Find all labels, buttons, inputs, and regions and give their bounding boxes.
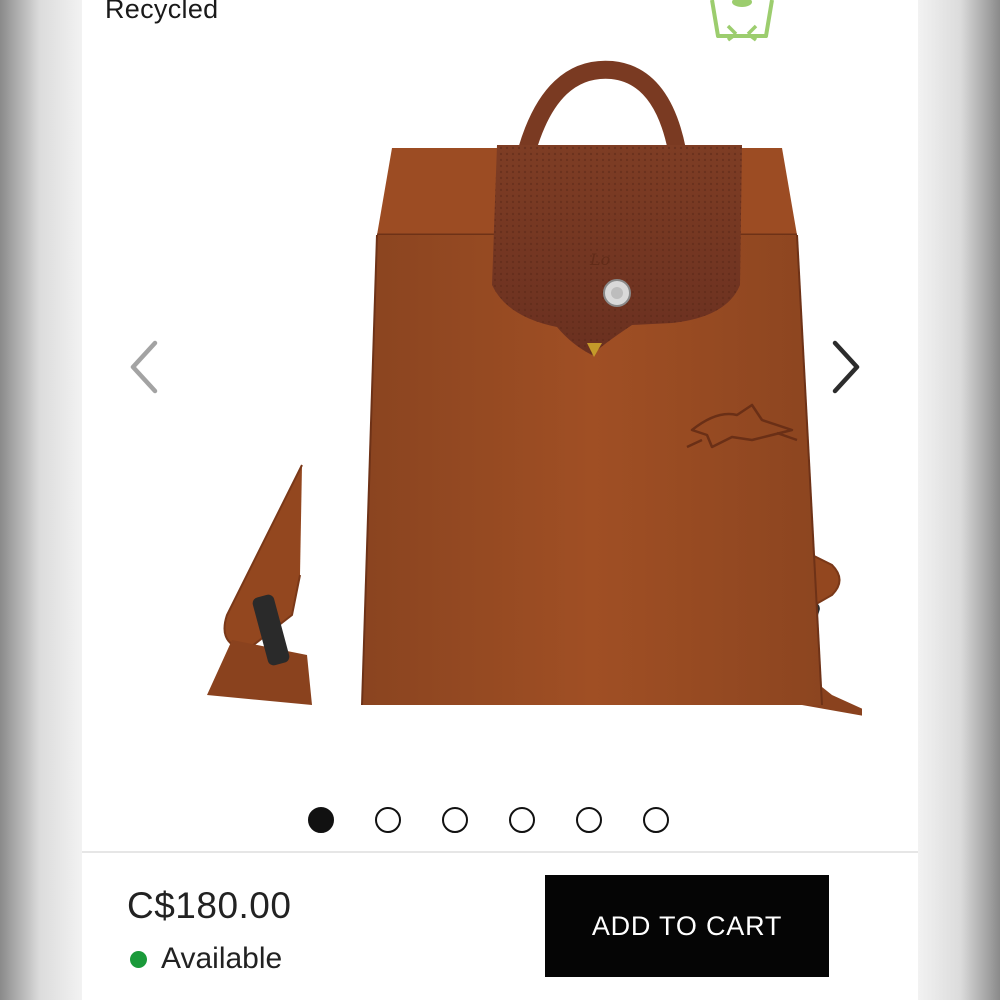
status-dot-icon bbox=[130, 950, 147, 968]
gallery-dot-5[interactable] bbox=[576, 807, 602, 833]
chevron-right-icon bbox=[832, 340, 860, 394]
recycle-icon bbox=[710, 0, 774, 42]
add-to-cart-button[interactable]: ADD TO CART bbox=[545, 875, 829, 977]
svg-text:Lo: Lo bbox=[589, 250, 610, 269]
gallery-dot-3[interactable] bbox=[442, 807, 468, 833]
gallery-pagination bbox=[82, 807, 918, 837]
product-gallery[interactable]: Lo bbox=[82, 45, 918, 845]
product-price: C$180.00 bbox=[127, 885, 292, 926]
purchase-bar: C$180.00 Available ADD TO CART bbox=[82, 853, 918, 1000]
product-page: Recycled Lo C$180.00 Available ADD TO CA… bbox=[82, 0, 918, 1000]
gallery-dot-4[interactable] bbox=[509, 807, 535, 833]
next-image-button[interactable] bbox=[822, 337, 868, 397]
availability-status: Available bbox=[130, 941, 282, 977]
material-label: Recycled bbox=[105, 0, 219, 24]
gallery-dot-2[interactable] bbox=[375, 807, 401, 833]
gallery-dot-1[interactable] bbox=[308, 807, 334, 833]
availability-text: Available bbox=[161, 942, 283, 975]
previous-image-button[interactable] bbox=[122, 337, 168, 397]
gallery-dot-6[interactable] bbox=[643, 807, 669, 833]
product-backpack-image: Lo bbox=[207, 60, 862, 716]
chevron-left-icon bbox=[130, 340, 158, 394]
